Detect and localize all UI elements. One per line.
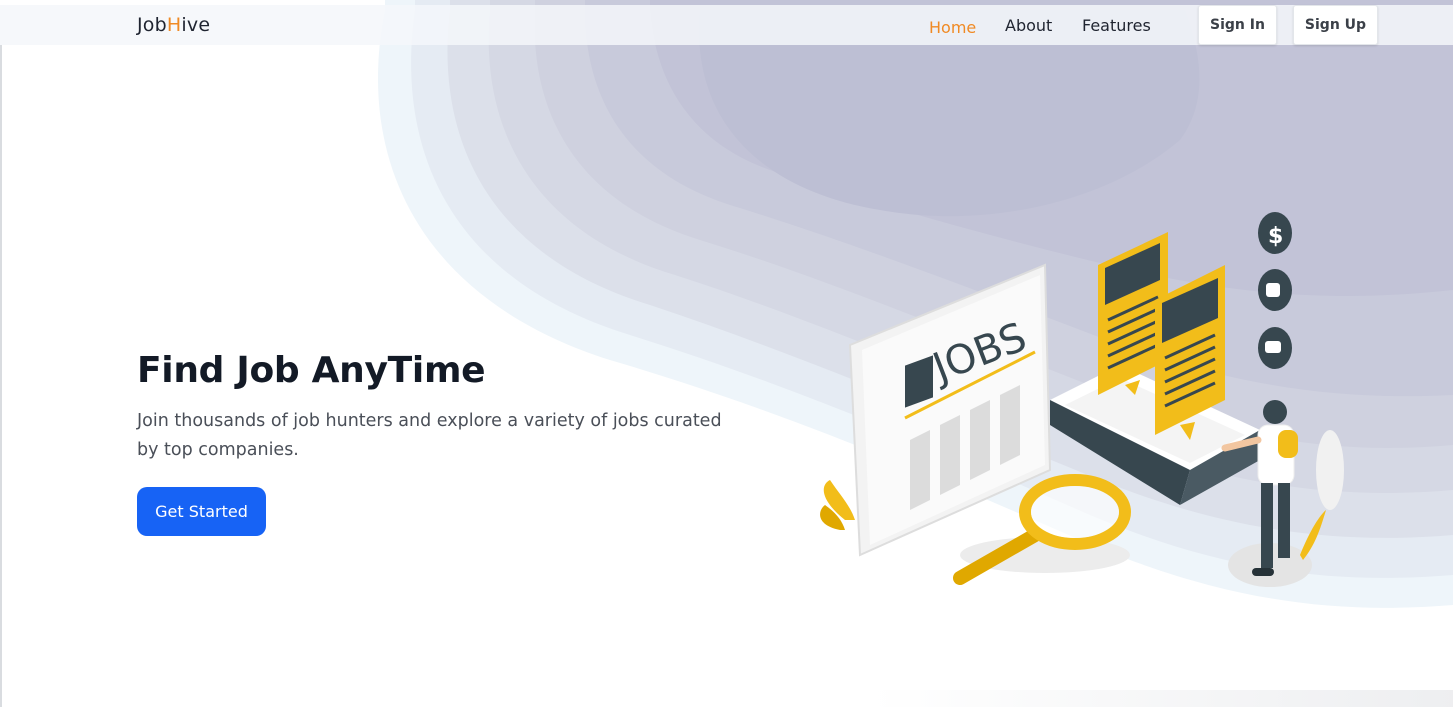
dollar-coin-icon: $ bbox=[1258, 212, 1292, 254]
sign-up-button[interactable]: Sign Up bbox=[1293, 5, 1378, 45]
nav-link-home[interactable]: Home bbox=[929, 18, 976, 37]
hero-subtitle: Join thousands of job hunters and explor… bbox=[137, 411, 722, 460]
chat-icon bbox=[1258, 327, 1292, 369]
page-edge bbox=[0, 45, 2, 707]
get-started-button[interactable]: Get Started bbox=[137, 487, 266, 536]
brand-accent: H bbox=[166, 14, 182, 36]
section-divider-shadow bbox=[870, 690, 1453, 707]
brand-logo[interactable]: JobHive bbox=[137, 14, 210, 36]
job-search-illustration: JOBS $ bbox=[820, 212, 1344, 587]
hero-title: Find Job AnyTime bbox=[137, 350, 486, 391]
brand-part1: Job bbox=[137, 14, 167, 36]
nav-link-features[interactable]: Features bbox=[1082, 16, 1151, 35]
thumbs-up-icon bbox=[1258, 269, 1292, 311]
sign-in-button[interactable]: Sign In bbox=[1198, 5, 1277, 45]
nav-link-about[interactable]: About bbox=[1005, 16, 1052, 35]
dollar-symbol: $ bbox=[1268, 224, 1283, 249]
brand-part2: ive bbox=[181, 14, 211, 36]
navbar: JobHive Home About Features Sign In Sign… bbox=[0, 5, 1453, 45]
